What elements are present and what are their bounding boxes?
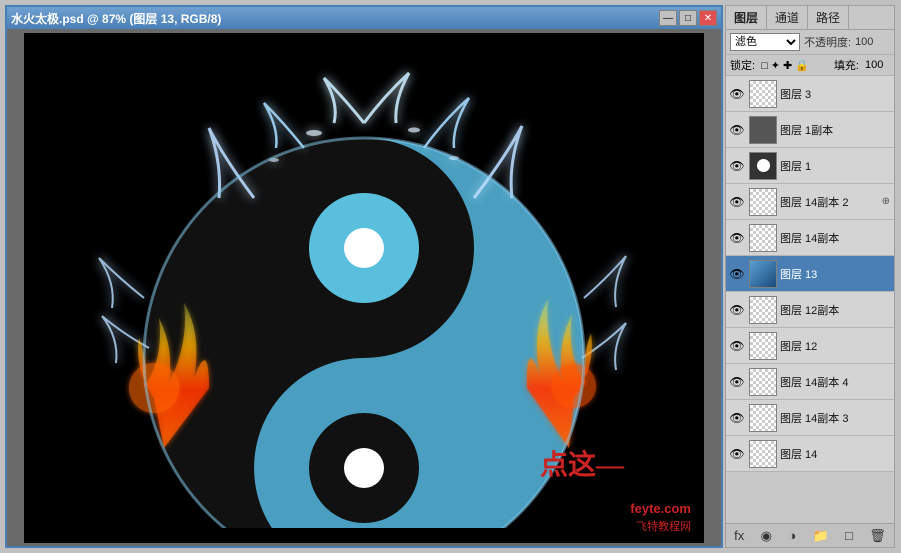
image-canvas[interactable]: 点这— feyte.com 飞特教程网 <box>24 33 704 543</box>
delete-layer-button[interactable]: 🗑 <box>866 528 889 544</box>
new-adjustment-button[interactable]: ◑ <box>785 528 799 543</box>
layer-item[interactable]: 👁 图层 14副本 2⊕ <box>726 184 894 220</box>
layer-thumbnail <box>749 224 777 252</box>
layer-thumbnail <box>749 80 777 108</box>
layer-name: 图层 14副本 4 <box>780 374 892 390</box>
layer-thumbnail <box>749 296 777 324</box>
layer-visibility-icon[interactable]: 👁 <box>728 337 746 355</box>
layer-item[interactable]: 👁 图层 12副本 <box>726 292 894 328</box>
lock-icons: □ ✦ ✚ 🔒 <box>761 59 809 72</box>
layer-visibility-icon[interactable]: 👁 <box>728 229 746 247</box>
layer-name: 图层 14副本 2 <box>780 194 882 210</box>
layer-item[interactable]: 👁 图层 1副本 <box>726 112 894 148</box>
lock-label: 锁定: <box>730 57 755 73</box>
layer-name: 图层 12 <box>780 338 892 354</box>
layer-name: 图层 1副本 <box>780 122 892 138</box>
layer-visibility-icon[interactable]: 👁 <box>728 121 746 139</box>
layer-visibility-icon[interactable]: 👁 <box>728 409 746 427</box>
layer-visibility-icon[interactable]: 👁 <box>728 85 746 103</box>
lock-row: 锁定: □ ✦ ✚ 🔒 填充: 100 <box>726 55 894 76</box>
fill-label: 填充: <box>834 57 859 73</box>
layer-thumbnail <box>749 332 777 360</box>
layer-visibility-icon[interactable]: 👁 <box>728 193 746 211</box>
add-mask-button[interactable]: ◉ <box>758 528 775 544</box>
tab-layers[interactable]: 图层 <box>726 6 767 29</box>
layer-thumbnail <box>749 260 777 288</box>
layer-visibility-icon[interactable]: 👁 <box>728 265 746 283</box>
opacity-value: 100 <box>855 36 880 48</box>
canvas-area: 点这— feyte.com 飞特教程网 <box>7 29 721 546</box>
fill-value: 100 <box>865 59 890 71</box>
close-button[interactable]: ✕ <box>699 10 717 26</box>
layer-item[interactable]: 👁 图层 14副本 <box>726 220 894 256</box>
annotation-text: 点这— <box>540 443 624 483</box>
layer-badge: ⊕ <box>882 196 890 207</box>
layer-visibility-icon[interactable]: 👁 <box>728 157 746 175</box>
blend-mode-select[interactable]: 滤色 正常 叠加 <box>730 33 800 51</box>
title-bar: 水火太极.psd @ 87% (图层 13, RGB/8) — □ ✕ <box>7 7 721 29</box>
layer-name: 图层 14副本 3 <box>780 410 892 426</box>
panel-tabs: 图层 通道 路径 <box>726 6 894 30</box>
window-controls: — □ ✕ <box>659 10 717 26</box>
layer-item[interactable]: 👁 图层 1 <box>726 148 894 184</box>
layer-item[interactable]: 👁 图层 13 <box>726 256 894 292</box>
layer-thumbnail <box>749 152 777 180</box>
panel-toolbar: fx ◉ ◑ 📁 □ 🗑 <box>726 523 894 547</box>
layer-item[interactable]: 👁 图层 12 <box>726 328 894 364</box>
layer-item[interactable]: 👁 图层 14 <box>726 436 894 472</box>
tab-channels[interactable]: 通道 <box>767 6 808 29</box>
fx-button[interactable]: fx <box>731 528 747 543</box>
layer-visibility-icon[interactable]: 👁 <box>728 373 746 391</box>
layer-name: 图层 12副本 <box>780 302 892 318</box>
layer-thumbnail <box>749 368 777 396</box>
layer-name: 图层 14副本 <box>780 230 892 246</box>
tab-paths[interactable]: 路径 <box>808 6 849 29</box>
layer-thumbnail <box>749 116 777 144</box>
new-layer-button[interactable]: □ <box>842 528 856 543</box>
layer-item[interactable]: 👁 图层 14副本 4 <box>726 364 894 400</box>
layer-name: 图层 3 <box>780 86 892 102</box>
watermark: feyte.com 飞特教程网 <box>627 500 694 535</box>
layer-visibility-icon[interactable]: 👁 <box>728 301 746 319</box>
layer-visibility-icon[interactable]: 👁 <box>728 445 746 463</box>
watermark-url: feyte.com <box>627 500 694 517</box>
layer-thumbnail <box>749 440 777 468</box>
layer-name: 图层 1 <box>780 158 892 174</box>
watermark-name: 飞特教程网 <box>633 517 694 535</box>
layer-list: 👁 图层 3 👁 图层 1副本 👁 图层 1 👁 图层 14副本 2⊕ 👁 图层 14副本 👁 图层 … <box>726 76 894 523</box>
layer-thumbnail <box>749 404 777 432</box>
opacity-label: 不透明度: <box>804 34 851 50</box>
window-title: 水火太极.psd @ 87% (图层 13, RGB/8) <box>11 10 221 27</box>
layer-name: 图层 14 <box>780 446 892 462</box>
new-group-button[interactable]: 📁 <box>810 528 832 544</box>
blend-mode-row: 滤色 正常 叠加 不透明度: 100 <box>726 30 894 55</box>
maximize-button[interactable]: □ <box>679 10 697 26</box>
layer-thumbnail <box>749 188 777 216</box>
minimize-button[interactable]: — <box>659 10 677 26</box>
layer-item[interactable]: 👁 图层 3 <box>726 76 894 112</box>
layers-panel: 图层 通道 路径 滤色 正常 叠加 不透明度: 100 锁定: □ ✦ ✚ 🔒 … <box>725 5 895 548</box>
main-window: 水火太极.psd @ 87% (图层 13, RGB/8) — □ ✕ <box>5 5 723 548</box>
layer-name: 图层 13 <box>780 266 892 282</box>
layer-item[interactable]: 👁 图层 14副本 3 <box>726 400 894 436</box>
